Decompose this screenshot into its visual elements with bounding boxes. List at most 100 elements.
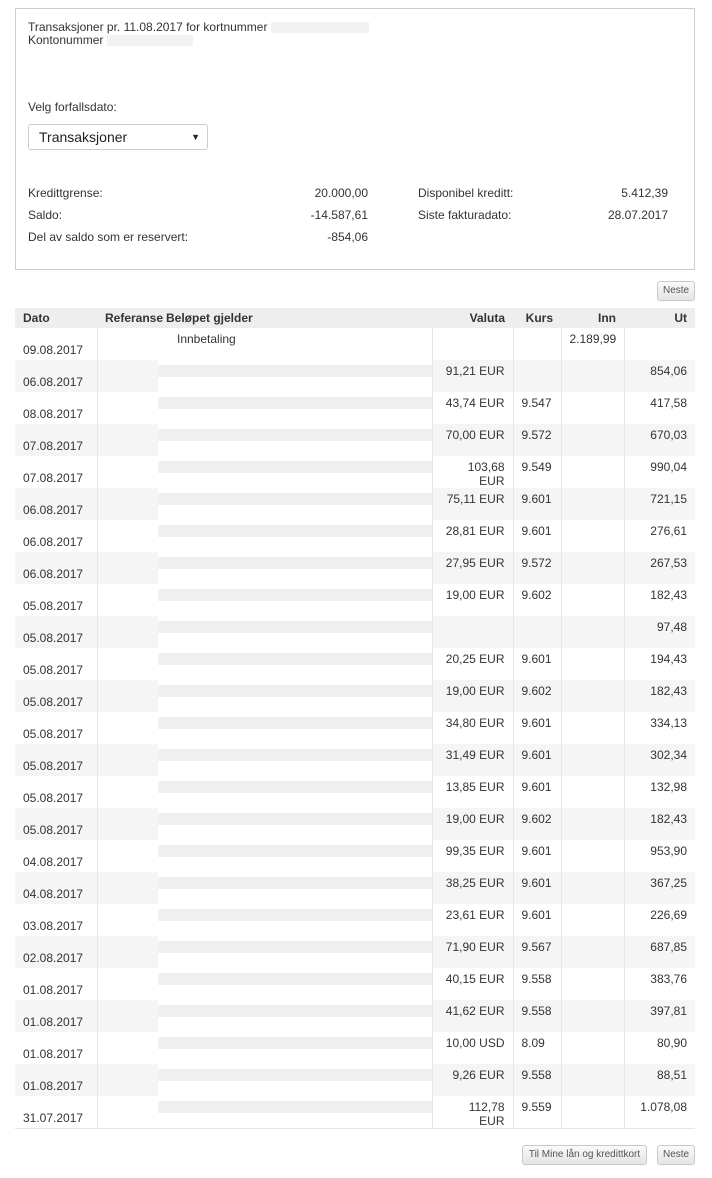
cell-date: 05.08.2017 [15,808,97,840]
redacted-description [158,557,432,569]
cell-date: 06.08.2017 [15,552,97,584]
table-row: 05.08.2017 19,00 EUR 9.602 182,43 [15,680,695,712]
cell-reference [96,552,158,584]
redacted-description [158,909,432,921]
cell-currency: 34,80 EUR [431,712,513,744]
cell-date: 02.08.2017 [15,936,97,968]
cell-in [560,488,624,520]
cell-out: 334,13 [623,712,695,744]
next-button-bottom[interactable]: Neste [657,1145,695,1165]
column-header-currency: Valuta [432,308,513,328]
cell-reference [96,744,158,776]
table-row: 05.08.2017 19,00 EUR 9.602 182,43 [15,808,695,840]
cell-description [158,456,432,488]
cell-reference [96,1000,158,1032]
cell-out: 367,25 [623,872,695,904]
info-row-available-credit: Disponibel kreditt: 5.412,39 [418,186,668,208]
table-row: 05.08.2017 97,48 [15,616,695,648]
cell-out: 383,76 [623,968,695,1000]
cell-description [158,552,432,584]
table-row: 05.08.2017 13,85 EUR 9.601 132,98 [15,776,695,808]
info-value: 5.412,39 [621,186,668,200]
cell-date: 04.08.2017 [15,872,97,904]
info-value: 28.07.2017 [607,208,668,222]
column-header-out: Ut [624,308,695,328]
column-header-description: Beløpet gjelder [158,308,432,328]
cell-out: 276,61 [623,520,695,552]
table-row: 04.08.2017 38,25 EUR 9.601 367,25 [15,872,695,904]
table-row: 05.08.2017 19,00 EUR 9.602 182,43 [15,584,695,616]
cell-reference [96,712,158,744]
cell-in [560,456,624,488]
cell-rate: 9.601 [512,872,561,904]
my-loans-button[interactable]: Til Mine lån og kredittkort [522,1145,647,1165]
cell-reference [96,968,158,1000]
cell-reference [96,456,158,488]
cell-reference [96,776,158,808]
table-row: 02.08.2017 71,90 EUR 9.567 687,85 [15,936,695,968]
cell-date: 07.08.2017 [23,471,84,485]
cell-reference [96,392,158,424]
cell-currency: 91,21 EUR [431,360,513,392]
cell-in [560,776,624,808]
redacted-account-number [107,35,194,47]
cell-currency: 13,85 EUR [431,776,513,808]
cell-currency: 41,62 EUR [431,1000,513,1032]
cell-in: 2.189,99 [560,328,624,360]
cell-date: 03.08.2017 [23,919,84,933]
cell-date: 31.07.2017 [15,1096,97,1129]
cell-currency: 43,74 EUR [431,392,513,424]
cell-rate: 9.601 [512,840,561,872]
cell-in [560,1000,624,1032]
table-row: 06.08.2017 28,81 EUR 9.601 276,61 [15,520,695,552]
info-value: -854,06 [327,230,368,244]
cell-description [158,712,432,744]
cell-reference [96,872,158,904]
info-row-reserved: Del av saldo som er reservert: -854,06 [28,230,368,252]
cell-rate: 9.547 [512,392,561,424]
cell-date: 06.08.2017 [23,535,84,549]
cell-in [560,840,624,872]
next-button-top[interactable]: Neste [657,281,695,301]
info-value: 20.000,00 [314,186,368,200]
cell-reference [96,904,158,936]
dropdown-arrow-icon: ▼ [191,132,200,142]
cell-currency: 103,68 EUR [431,456,513,488]
cell-currency: 28,81 EUR [431,520,513,552]
table-row: 31.07.2017 112,78 EUR 9.559 1.078,08 [15,1096,695,1129]
cell-currency: 19,00 EUR [431,680,513,712]
redacted-description [158,397,432,409]
cell-out: 302,34 [623,744,695,776]
redacted-card-number [271,22,370,34]
cell-description [158,904,432,936]
column-header-reference: Referanse [97,308,163,328]
table-header-row: Dato Referanse Beløpet gjelder Valuta Ku… [15,308,695,328]
cell-description [158,840,432,872]
cell-description [158,584,432,616]
cell-out: 182,43 [623,584,695,616]
table-row: 05.08.2017 34,80 EUR 9.601 334,13 [15,712,695,744]
info-row-balance: Saldo: -14.587,61 [28,208,368,230]
cell-out [623,328,695,360]
redacted-description [158,685,432,697]
cell-rate [512,616,561,648]
account-number-label: Kontonummer [28,33,104,47]
info-row-last-invoice-date: Siste fakturadato: 28.07.2017 [418,208,668,230]
cell-description [158,648,432,680]
cell-in [560,872,624,904]
transactions-title: Transaksjoner pr. 11.08.2017 for kortnum… [28,20,268,34]
due-date-selected-value: Transaksjoner [39,129,128,145]
cell-date: 05.08.2017 [15,616,97,648]
due-date-select[interactable]: Transaksjoner ▼ [28,124,208,150]
cell-date: 06.08.2017 [15,360,97,392]
table-row: 01.08.2017 10,00 USD 8.09 80,90 [15,1032,695,1064]
cell-out: 1.078,08 [623,1096,695,1129]
transactions-body: 09.08.2017 Innbetaling 2.189,99 06.08.2017 9… [15,328,695,1129]
cell-currency: 112,78 EUR [431,1096,513,1129]
cell-out: 267,53 [623,552,695,584]
redacted-description [158,621,432,633]
info-label: Siste fakturadato: [418,208,512,222]
redacted-description [158,1037,432,1049]
redacted-description [158,493,432,505]
cell-date: 01.08.2017 [23,1047,84,1061]
